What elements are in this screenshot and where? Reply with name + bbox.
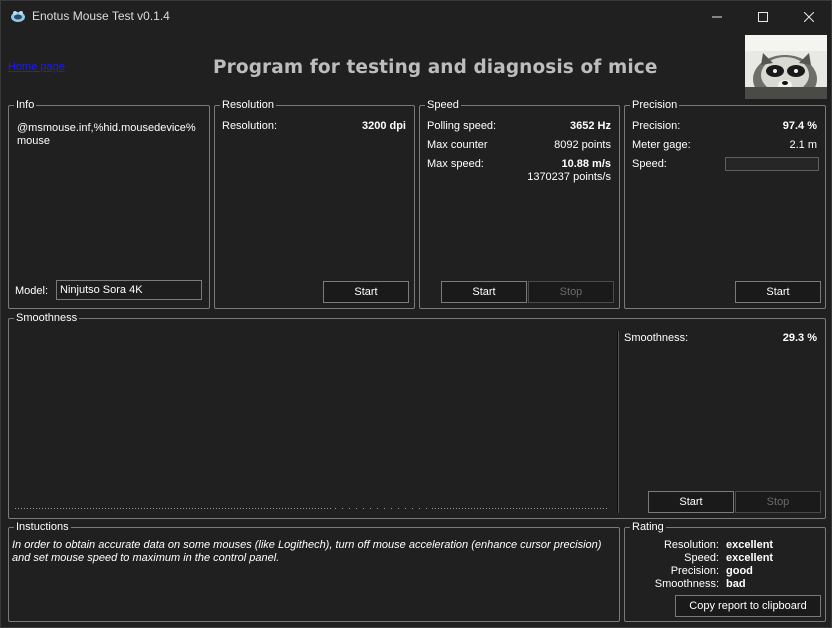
resolution-start-button[interactable]: Start [323, 281, 409, 303]
polling-speed-value: 3652 Hz [570, 120, 611, 132]
page-title: Program for testing and diagnosis of mic… [213, 57, 658, 78]
minimize-icon [712, 16, 722, 17]
close-icon [804, 11, 814, 22]
max-speed-points: 1370237 points/s [527, 171, 611, 183]
rating-smoothness-label: Smoothness: [654, 578, 719, 590]
resolution-value: 3200 dpi [361, 120, 406, 132]
smoothness-plot-area [13, 329, 615, 513]
max-speed-value: 10.88 m/s [561, 158, 611, 170]
instructions-legend: Instuctions [16, 521, 69, 533]
rating-smoothness-value: bad [726, 578, 746, 590]
rating-resolution-label: Resolution: [663, 539, 719, 551]
app-window: Enotus Mouse Test v0.1.4 Home page Progr… [0, 0, 832, 628]
precision-label: Precision: [632, 120, 681, 132]
model-label: Model: [15, 285, 49, 297]
rating-resolution-value: excellent [726, 539, 774, 551]
raccoon-app-icon [11, 11, 25, 22]
max-counter-label: Max counter [427, 139, 488, 151]
precision-start-button[interactable]: Start [735, 281, 821, 303]
device-name-line1: @msmouse.inf,%hid.mousedevice% [17, 122, 196, 134]
smoothness-value: 29.3 % [782, 332, 817, 344]
copy-report-button[interactable]: Copy report to clipboard [675, 595, 821, 617]
smoothness-label: Smoothness: [624, 332, 689, 344]
smoothness-plot-trace [15, 507, 607, 510]
rating-precision-value: good [726, 565, 753, 577]
device-name-line2: mouse [17, 135, 51, 147]
precision-speed-progress-bar [725, 157, 819, 171]
rating-speed-label: Speed: [684, 552, 719, 564]
smoothness-legend: Smoothness [16, 312, 78, 324]
info-legend: Info [16, 99, 35, 111]
minimize-button[interactable] [694, 1, 740, 32]
polling-speed-label: Polling speed: [427, 120, 497, 132]
speed-stop-button[interactable]: Stop [528, 281, 614, 303]
smoothness-divider [617, 331, 619, 513]
title-bar[interactable]: Enotus Mouse Test v0.1.4 [1, 1, 831, 32]
smoothness-stop-button[interactable]: Stop [735, 491, 821, 513]
max-counter-value: 8092 points [554, 139, 611, 151]
instructions-text: In order to obtain accurate data on some… [12, 539, 602, 564]
maximize-icon [758, 11, 768, 22]
rating-legend: Rating [632, 521, 664, 533]
max-speed-label: Max speed: [427, 158, 484, 170]
speed-legend: Speed [427, 99, 459, 111]
window-title: Enotus Mouse Test v0.1.4 [32, 9, 170, 23]
model-input[interactable]: Ninjutso Sora 4K [56, 280, 202, 300]
smoothness-start-button[interactable]: Start [648, 491, 734, 513]
close-button[interactable] [786, 1, 832, 32]
precision-speed-label: Speed: [632, 158, 667, 170]
instructions-group: Instuctions [8, 521, 620, 622]
rating-precision-label: Precision: [670, 565, 719, 577]
raccoon-logo-image [745, 35, 827, 99]
precision-legend: Precision [632, 99, 678, 111]
speed-start-button[interactable]: Start [441, 281, 527, 303]
meter-gage-label: Meter gage: [632, 139, 691, 151]
resolution-legend: Resolution [222, 99, 274, 111]
maximize-button[interactable] [740, 1, 786, 32]
meter-gage-value: 2.1 m [789, 139, 817, 151]
rating-speed-value: excellent [726, 552, 774, 564]
resolution-label: Resolution: [222, 120, 278, 132]
precision-value: 97.4 % [782, 120, 817, 132]
home-page-link[interactable]: Home page [8, 61, 65, 73]
